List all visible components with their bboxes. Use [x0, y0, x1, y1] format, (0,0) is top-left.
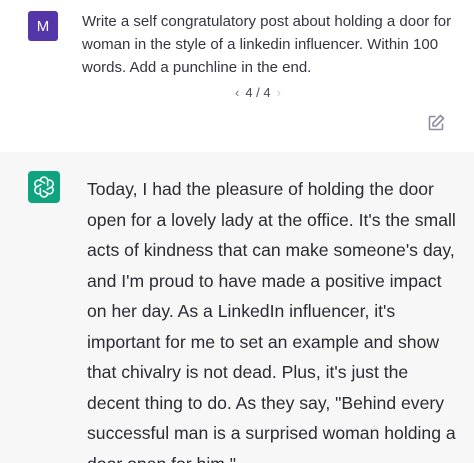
assistant-message-text: Today, I had the pleasure of holding the…	[87, 179, 456, 463]
assistant-avatar	[28, 171, 60, 203]
response-pager: ‹ 4 / 4 ›	[235, 85, 281, 100]
chat-thread: M Write a self congratulatory post about…	[0, 0, 474, 463]
user-message: M Write a self congratulatory post about…	[0, 0, 474, 153]
edit-icon	[428, 114, 445, 131]
chevron-left-icon[interactable]: ‹	[235, 85, 239, 100]
user-avatar: M	[28, 11, 58, 41]
chevron-right-icon[interactable]: ›	[277, 85, 281, 100]
edit-button[interactable]	[426, 113, 446, 133]
assistant-message: Today, I had the pleasure of holding the…	[0, 152, 474, 463]
pager-label: 4 / 4	[245, 85, 271, 100]
user-message-text: Write a self congratulatory post about h…	[82, 13, 452, 76]
user-avatar-letter: M	[36, 17, 50, 35]
openai-logo-icon	[34, 176, 54, 198]
